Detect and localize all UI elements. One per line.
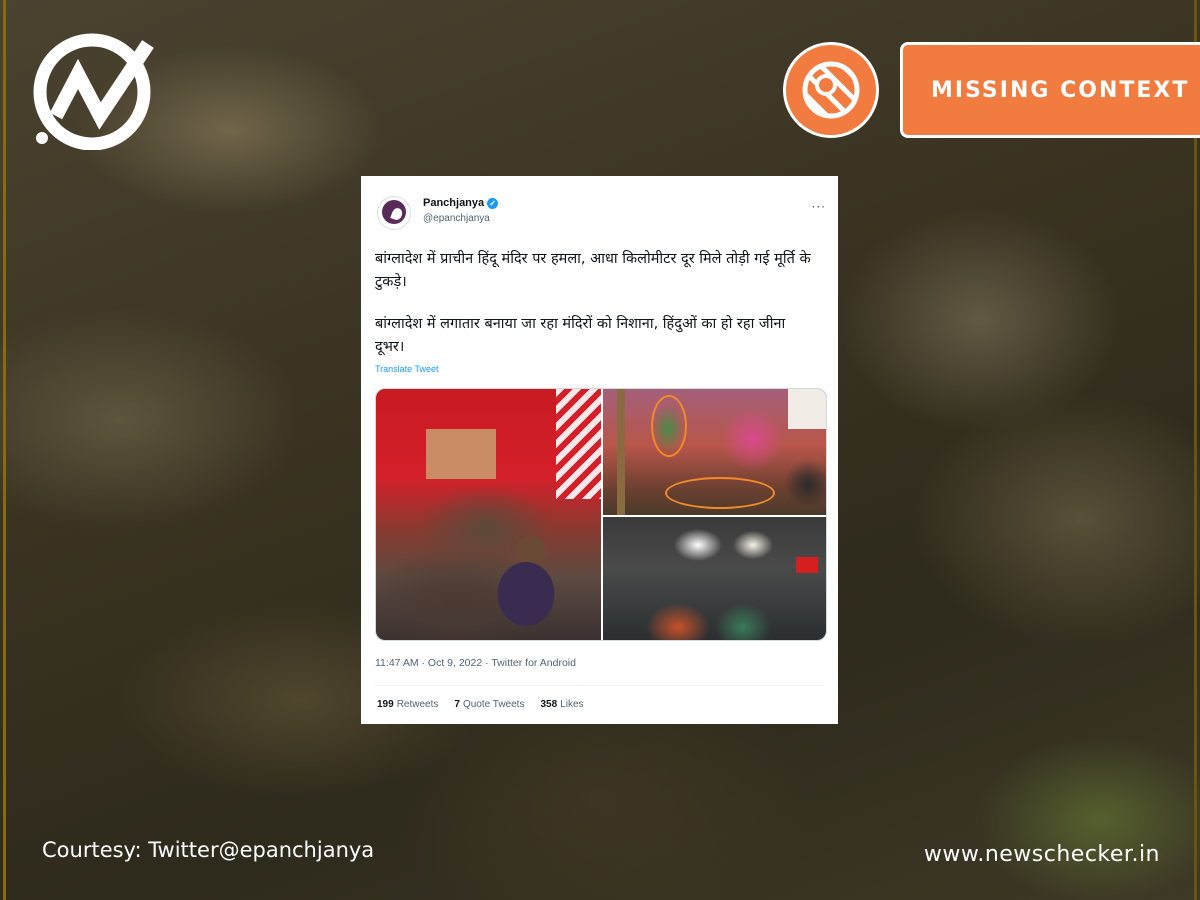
author-handle[interactable]: @epanchjanya bbox=[423, 211, 498, 226]
tweet-paragraph-1: बांग्लादेश में प्राचीन हिंदू मंदिर पर हम… bbox=[375, 251, 811, 290]
tweet-stats: 199 Retweets 7 Quote Tweets 358 Likes bbox=[377, 699, 584, 710]
tweet-photo-3[interactable] bbox=[603, 517, 826, 640]
tweet-media-grid[interactable] bbox=[375, 388, 827, 641]
more-options-icon[interactable]: ··· bbox=[812, 200, 826, 214]
divider bbox=[375, 685, 824, 686]
translate-tweet-link[interactable]: Translate Tweet bbox=[375, 364, 439, 374]
courtesy-caption: Courtesy: Twitter@epanchjanya bbox=[42, 838, 375, 862]
verified-badge-icon: ✓ bbox=[487, 198, 499, 209]
quote-tweets-stat[interactable]: 7 Quote Tweets bbox=[454, 699, 524, 710]
newschecker-logo-icon bbox=[33, 33, 154, 150]
tweet-card: Panchjanya ✓ @epanchjanya ··· बांग्लादेश… bbox=[361, 176, 838, 724]
tweet-photo-1[interactable] bbox=[376, 389, 601, 640]
likes-stat[interactable]: 358 Likes bbox=[540, 699, 583, 710]
missing-context-icon-badge bbox=[783, 42, 879, 138]
avatar[interactable] bbox=[377, 196, 411, 230]
tweet-timestamp[interactable]: 11:47 AM · Oct 9, 2022 · Twitter for And… bbox=[375, 657, 576, 669]
magnifier-stripe-icon bbox=[802, 61, 860, 119]
highlight-circle bbox=[665, 477, 775, 509]
display-name-text: Panchjanya bbox=[423, 197, 485, 209]
site-url: www.newschecker.in bbox=[923, 842, 1160, 867]
tweet-photo-2[interactable] bbox=[603, 389, 826, 515]
tweet-text: बांग्लादेश में प्राचीन हिंदू मंदिर पर हम… bbox=[375, 248, 815, 359]
highlight-circle bbox=[651, 395, 687, 457]
tweet-paragraph-2: बांग्लादेश में लगातार बनाया जा रहा मंदिर… bbox=[375, 316, 786, 355]
tweet-author: Panchjanya ✓ @epanchjanya bbox=[423, 196, 499, 230]
author-display-name[interactable]: Panchjanya ✓ bbox=[423, 196, 499, 211]
panchjanya-logo-icon bbox=[382, 200, 406, 224]
retweets-stat[interactable]: 199 Retweets bbox=[377, 699, 438, 710]
tweet-header: Panchjanya ✓ @epanchjanya bbox=[377, 196, 499, 230]
verdict-label: MISSING CONTEXT bbox=[900, 42, 1200, 138]
